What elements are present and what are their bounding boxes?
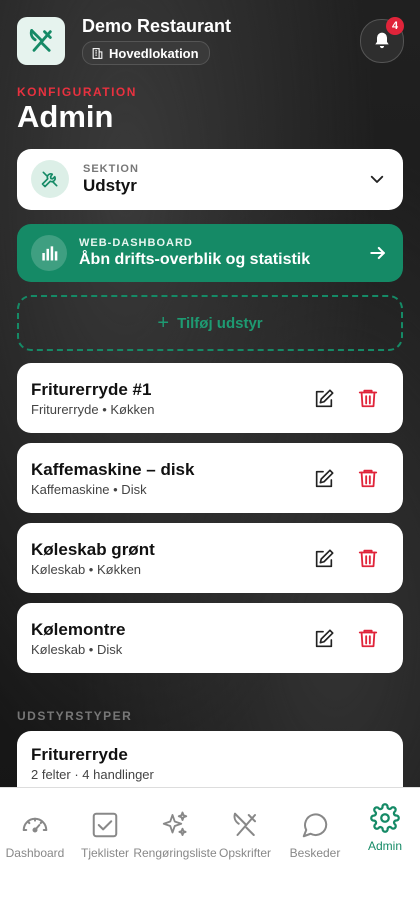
- equipment-name: Friturегryde #1: [31, 380, 152, 399]
- equipment-name: Kølemontre: [31, 620, 126, 639]
- gauge-icon: [22, 817, 48, 833]
- equipment-meta: Kaffemaskine • Disk: [31, 482, 147, 497]
- checkbox-icon: [92, 812, 118, 838]
- section-icon-wrap: [31, 160, 69, 198]
- fork-knife-icon: [29, 29, 52, 52]
- bottom-nav: Dashboard Tjeklister Rengøringsliste Ops…: [0, 787, 420, 910]
- section-label: SEKTION: [83, 163, 139, 175]
- restaurant-name: Demo Restaurant: [82, 16, 232, 36]
- trash-icon[interactable]: [357, 547, 379, 569]
- chart-icon-wrap: [31, 235, 67, 271]
- equipment-card[interactable]: Kaffemaskine – disk Kaffemaskine • Disk: [17, 443, 403, 513]
- bar-chart-icon: [42, 246, 58, 261]
- notification-badge: 4: [386, 17, 404, 35]
- edit-icon[interactable]: [313, 388, 335, 410]
- trash-icon[interactable]: [357, 627, 379, 649]
- plus-icon: +: [157, 312, 170, 334]
- nav-item-dashboard[interactable]: Dashboard: [0, 788, 70, 868]
- page-eyebrow: KONFIGURATION: [17, 85, 137, 99]
- chat-icon: [302, 813, 328, 838]
- tools-icon: [41, 171, 58, 188]
- gear-icon: [370, 803, 400, 833]
- web-dashboard-label: WEB-DASHBOARD: [79, 237, 193, 249]
- bell-icon: [375, 32, 389, 49]
- nav-item-rengoeringsliste[interactable]: Rengøringsliste: [133, 788, 217, 868]
- equipment-card[interactable]: Friturегryde #1 Friturегryde • Køkken: [17, 363, 403, 433]
- nav-item-beskeder[interactable]: Beskeder: [280, 788, 350, 868]
- equipment-meta: Køleskab • Køkken: [31, 562, 142, 577]
- equipment-name: Kaffemaskine – disk: [31, 460, 195, 479]
- add-equipment-button[interactable]: + Tilføj udstyr: [17, 295, 403, 351]
- location-selector[interactable]: Hovedlokation: [82, 41, 210, 65]
- edit-icon[interactable]: [313, 468, 335, 490]
- nav-label: Tjeklister: [80, 846, 129, 860]
- equipment-card[interactable]: Køleskab grønt Køleskab • Køkken: [17, 523, 403, 593]
- page-title: Admin: [17, 99, 114, 134]
- section-value: Udstyr: [83, 176, 137, 195]
- nav-label: Admin: [367, 839, 402, 853]
- arrow-right-icon: [370, 246, 385, 260]
- app-header: Demo Restaurant Hovedlokation 4: [0, 0, 420, 80]
- nav-label: Dashboard: [5, 846, 65, 860]
- equipment-meta: Friturегryde • Køkken: [31, 402, 155, 417]
- equipment-type-name: Friturегryde: [31, 745, 128, 764]
- nav-item-opskrifter[interactable]: Opskrifter: [210, 788, 280, 868]
- restaurant-logo[interactable]: [17, 17, 65, 65]
- trash-icon[interactable]: [357, 467, 379, 489]
- equipment-name: Køleskab grønt: [31, 540, 155, 559]
- edit-icon[interactable]: [313, 628, 335, 650]
- web-dashboard-text: Åbn drifts-overblik og statistik: [79, 251, 311, 268]
- chevron-down-icon: [370, 175, 384, 183]
- building-icon: [92, 47, 103, 59]
- equipment-type-meta: 2 felter · 4 handlinger: [31, 767, 154, 782]
- nav-item-admin[interactable]: Admin: [350, 788, 420, 868]
- equipment-card[interactable]: Kølemontre Køleskab • Disk: [17, 603, 403, 673]
- location-label: Hovedlokation: [109, 45, 199, 61]
- equipment-meta: Køleskab • Disk: [31, 642, 123, 657]
- trash-icon[interactable]: [357, 387, 379, 409]
- web-dashboard-button[interactable]: WEB-DASHBOARD Åbn drifts-overblik og sta…: [17, 224, 403, 282]
- nav-label: Rengøringsliste: [133, 846, 217, 860]
- sparkles-icon: [162, 811, 188, 836]
- section-select[interactable]: SEKTION Udstyr: [17, 149, 403, 210]
- nav-label: Opskrifter: [218, 846, 271, 860]
- edit-icon[interactable]: [313, 548, 335, 570]
- equipment-types-heading: UDSTYRSTYPER: [17, 709, 133, 723]
- nav-item-tjeklister[interactable]: Tjeklister: [70, 788, 140, 868]
- utensils-icon: [233, 812, 256, 836]
- add-equipment-label: Tilføj udstyr: [177, 314, 263, 332]
- nav-label: Beskeder: [289, 846, 341, 860]
